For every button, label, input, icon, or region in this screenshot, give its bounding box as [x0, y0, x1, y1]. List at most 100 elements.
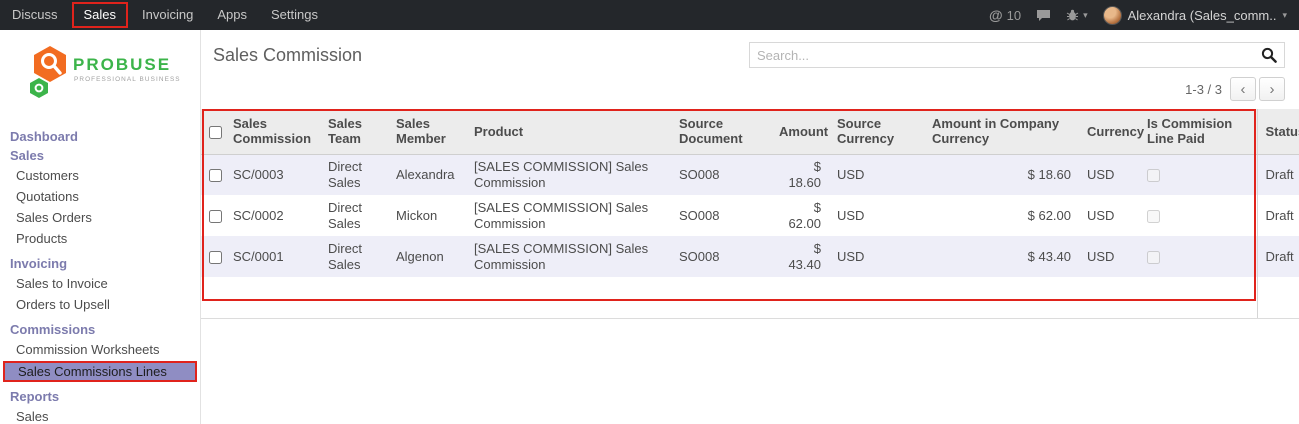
cell-company-amount: $ 43.40 — [924, 236, 1079, 277]
col-amount: Amount — [771, 109, 829, 154]
cell-product: [SALES COMMISSION] Sales Commission — [466, 154, 671, 195]
cell-status: Draft — [1257, 236, 1299, 277]
cell-team: Direct Sales — [320, 195, 388, 236]
col-sales-commission: Sales Commission — [225, 109, 320, 154]
row-checkbox[interactable] — [209, 251, 222, 264]
top-navbar: Discuss Sales Invoicing Apps Settings @ … — [0, 0, 1299, 30]
control-panel: Sales Commission — [201, 30, 1299, 68]
list-view: Sales Commission Sales Team Sales Member… — [201, 109, 1299, 319]
pager-range[interactable]: 1-3 / 3 — [1185, 82, 1222, 97]
filler-cell — [201, 277, 1257, 318]
cell-product: [SALES COMMISSION] Sales Commission — [466, 195, 671, 236]
debug-menu-button[interactable]: ▾ — [1066, 9, 1088, 22]
sidebar-heading-sales[interactable]: Sales — [0, 146, 200, 165]
page-title: Sales Commission — [213, 45, 362, 66]
cell-currency: USD — [1079, 154, 1139, 195]
sidebar-item-quotations[interactable]: Quotations — [0, 186, 200, 207]
commission-lines-table: Sales Commission Sales Team Sales Member… — [201, 109, 1299, 318]
cell-status: Draft — [1257, 154, 1299, 195]
cell-status: Draft — [1257, 195, 1299, 236]
cell-team: Direct Sales — [320, 154, 388, 195]
is-paid-checkbox — [1147, 210, 1160, 223]
cell-is-paid — [1139, 195, 1257, 236]
cell-product: [SALES COMMISSION] Sales Commission — [466, 236, 671, 277]
sidebar-item-products[interactable]: Products — [0, 228, 200, 249]
sidebar-heading-invoicing[interactable]: Invoicing — [0, 254, 200, 273]
cell-source: SO008 — [671, 236, 771, 277]
is-paid-checkbox — [1147, 251, 1160, 264]
table-row[interactable]: SC/0001 Direct Sales Algenon [SALES COMM… — [201, 236, 1299, 277]
cell-source: SO008 — [671, 195, 771, 236]
caret-down-icon: ▾ — [1282, 10, 1287, 21]
col-company-amount: Amount in Company Currency — [924, 109, 1079, 154]
mentions-counter[interactable]: @ 10 — [989, 7, 1021, 23]
menu-discuss[interactable]: Discuss — [0, 0, 70, 30]
cell-amount: $ 62.00 — [771, 195, 829, 236]
menu-settings[interactable]: Settings — [259, 0, 330, 30]
pager-previous-button[interactable]: ‹ — [1230, 77, 1256, 101]
messages-button[interactable] — [1036, 9, 1051, 22]
table-filler-row — [201, 277, 1299, 318]
cell-source-currency: USD — [829, 236, 924, 277]
col-sales-member: Sales Member — [388, 109, 466, 154]
cell-company-amount: $ 62.00 — [924, 195, 1079, 236]
sidebar-item-customers[interactable]: Customers — [0, 165, 200, 186]
sidebar-item-commission-worksheets[interactable]: Commission Worksheets — [0, 339, 200, 360]
filler-status-cell — [1257, 277, 1299, 318]
col-currency: Currency — [1079, 109, 1139, 154]
cell-team: Direct Sales — [320, 236, 388, 277]
main-content: Sales Commission 1-3 / 3 ‹ › — [201, 30, 1299, 424]
select-all-cell — [201, 109, 225, 154]
cell-member: Algenon — [388, 236, 466, 277]
cell-is-paid — [1139, 154, 1257, 195]
cell-source-currency: USD — [829, 195, 924, 236]
row-checkbox[interactable] — [209, 210, 222, 223]
menu-sales[interactable]: Sales — [72, 2, 129, 28]
sidebar-item-sales-to-invoice[interactable]: Sales to Invoice — [0, 273, 200, 294]
brand-name: PROBUSE — [73, 55, 171, 74]
table-row[interactable]: SC/0002 Direct Sales Mickon [SALES COMMI… — [201, 195, 1299, 236]
cell-member: Mickon — [388, 195, 466, 236]
row-select-cell — [201, 154, 225, 195]
cell-commission: SC/0001 — [225, 236, 320, 277]
table-row[interactable]: SC/0003 Direct Sales Alexandra [SALES CO… — [201, 154, 1299, 195]
cell-commission: SC/0003 — [225, 154, 320, 195]
search-box — [749, 42, 1285, 68]
col-source-currency: Source Currency — [829, 109, 924, 154]
is-paid-checkbox — [1147, 169, 1160, 182]
search-input[interactable] — [757, 48, 1261, 63]
sidebar-item-sales-orders[interactable]: Sales Orders — [0, 207, 200, 228]
cell-amount: $ 43.40 — [771, 236, 829, 277]
sidebar-heading-dashboard[interactable]: Dashboard — [0, 127, 200, 146]
caret-down-icon: ▾ — [1083, 10, 1088, 21]
topbar-right: @ 10 ▾ Alexandra (Sales_comm.. ▾ — [989, 6, 1299, 25]
row-checkbox[interactable] — [209, 169, 222, 182]
table-header-row: Sales Commission Sales Team Sales Member… — [201, 109, 1299, 154]
cell-amount: $ 18.60 — [771, 154, 829, 195]
sidebar-item-sales-commissions-lines[interactable]: Sales Commissions Lines — [3, 361, 197, 382]
pager-next-button[interactable]: › — [1259, 77, 1285, 101]
cell-commission: SC/0002 — [225, 195, 320, 236]
row-select-cell — [201, 236, 225, 277]
sidebar-nav: Dashboard Sales Customers Quotations Sal… — [0, 127, 200, 424]
menu-invoicing[interactable]: Invoicing — [130, 0, 205, 30]
menu-apps[interactable]: Apps — [205, 0, 259, 30]
cell-currency: USD — [1079, 195, 1139, 236]
search-icon[interactable] — [1261, 47, 1277, 63]
cell-source: SO008 — [671, 154, 771, 195]
select-all-checkbox[interactable] — [209, 126, 222, 139]
col-source-document: Source Document — [671, 109, 771, 154]
cell-company-amount: $ 18.60 — [924, 154, 1079, 195]
cell-currency: USD — [1079, 236, 1139, 277]
col-sales-team: Sales Team — [320, 109, 388, 154]
debug-icon — [1066, 9, 1079, 22]
cell-is-paid — [1139, 236, 1257, 277]
sidebar-item-orders-to-upsell[interactable]: Orders to Upsell — [0, 294, 200, 315]
mention-count: 10 — [1007, 8, 1021, 23]
avatar — [1103, 6, 1122, 25]
sidebar-heading-reports[interactable]: Reports — [0, 387, 200, 406]
col-is-paid: Is Commision Line Paid — [1139, 109, 1257, 154]
user-menu[interactable]: Alexandra (Sales_comm.. ▾ — [1103, 6, 1287, 25]
sidebar-item-reports-sales[interactable]: Sales — [0, 406, 200, 424]
sidebar-heading-commissions[interactable]: Commissions — [0, 320, 200, 339]
